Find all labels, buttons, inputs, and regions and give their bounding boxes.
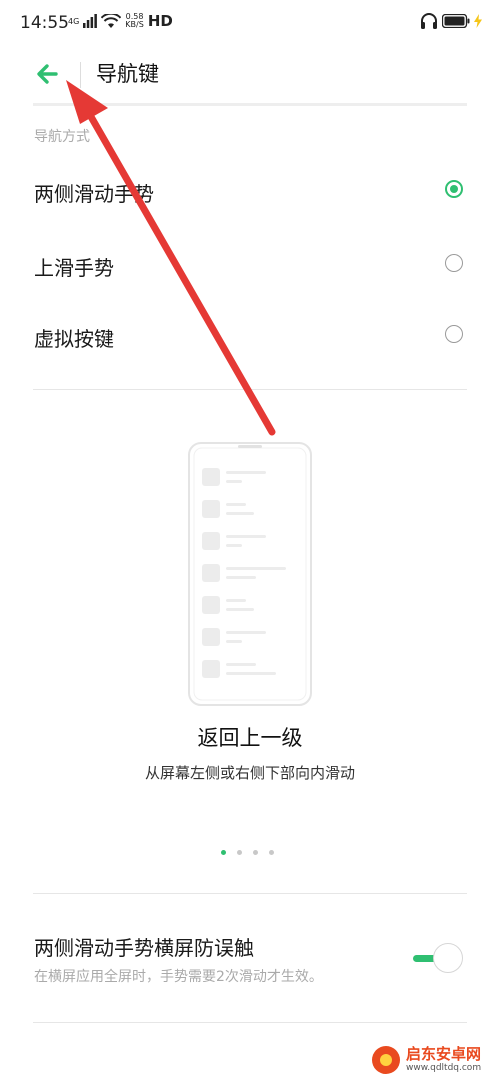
option-side-swipe[interactable]: 两侧滑动手势: [0, 166, 500, 216]
signal-icon: [83, 14, 98, 28]
header-divider: [33, 103, 467, 106]
network-speed: 0.58 KB/S: [125, 13, 144, 29]
status-time: 14:55: [20, 13, 69, 33]
gesture-protection-toggle[interactable]: [411, 941, 467, 977]
option-label: 虚拟按键: [34, 327, 114, 351]
option-label: 两侧滑动手势: [34, 182, 154, 206]
network-type: 4G: [68, 16, 80, 26]
headphones-icon: [421, 13, 437, 29]
page-indicator: [221, 850, 274, 855]
speed-unit: KB/S: [125, 20, 144, 29]
watermark-name: 启东安卓网: [406, 1045, 482, 1063]
back-button[interactable]: [30, 56, 66, 92]
page-dot: [269, 850, 274, 855]
watermark-url: www.qdltdq.com: [406, 1063, 482, 1073]
app-bar-divider: [80, 62, 81, 88]
gesture-protection-title: 两侧滑动手势横屏防误触: [34, 936, 254, 960]
illustration-subtitle: 从屏幕左侧或右侧下部向内滑动: [144, 764, 355, 782]
section-divider: [33, 1022, 467, 1023]
option-virtual-keys[interactable]: 虚拟按键: [0, 311, 500, 361]
page-title: 导航键: [96, 62, 159, 86]
illustration-title: 返回上一级: [197, 726, 303, 750]
watermark-logo-icon: [372, 1046, 400, 1074]
charging-icon: [474, 14, 482, 28]
page-dot-active: [221, 850, 226, 855]
gesture-protection-subtitle: 在横屏应用全屏时，手势需要2次滑动才生效。: [34, 969, 323, 985]
app-bar: 导航键: [0, 50, 500, 100]
section-caption: 导航方式: [34, 129, 90, 145]
status-icons-right: [420, 12, 482, 30]
battery-icon: [442, 14, 470, 28]
status-icons-left: 4G 0.58 KB/S HD: [68, 12, 173, 30]
radio-button[interactable]: [445, 254, 463, 272]
radio-button-checked[interactable]: [445, 180, 463, 198]
option-label: 上滑手势: [34, 256, 114, 280]
section-divider: [33, 893, 467, 894]
toggle-knob: [433, 943, 463, 973]
section-divider: [33, 389, 467, 390]
page-dot: [237, 850, 242, 855]
phone-illustration: [188, 442, 312, 706]
arrow-left-icon: [37, 64, 58, 84]
status-bar: 14:55 4G 0.58 KB/S HD: [0, 0, 500, 48]
watermark: 启东安卓网 www.qdltdq.com: [372, 1046, 481, 1074]
option-swipe-up[interactable]: 上滑手势: [0, 240, 500, 290]
radio-button[interactable]: [445, 325, 463, 343]
page-dot: [253, 850, 258, 855]
wifi-icon: [101, 13, 122, 28]
hd-badge: HD: [147, 12, 173, 30]
